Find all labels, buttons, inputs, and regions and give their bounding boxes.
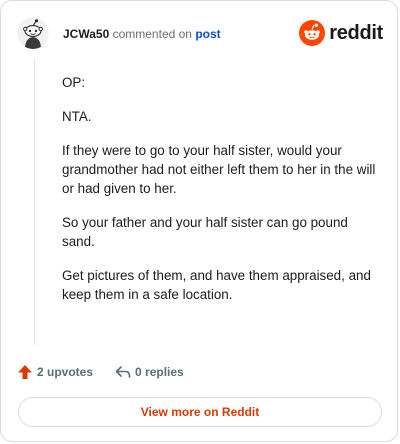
view-more-button[interactable]: View more on Reddit — [18, 397, 382, 427]
comment-embed-card: JCWa50 commented on post reddit OP: NTA.… — [0, 0, 398, 442]
post-link[interactable]: post — [195, 27, 220, 41]
comment-paragraph: NTA. — [62, 109, 92, 124]
snoo-avatar-icon — [17, 17, 49, 49]
comment-paragraph: So your father and your half sister can … — [62, 215, 348, 249]
username[interactable]: JCWa50 — [63, 27, 109, 41]
upvote-button[interactable]: 2 upvotes — [17, 364, 93, 380]
upvote-count: 2 upvotes — [37, 365, 94, 379]
avatar[interactable] — [17, 17, 49, 49]
action-text: commented on — [112, 27, 192, 41]
reddit-wordmark: reddit — [329, 21, 383, 44]
reply-arrow-icon — [115, 366, 131, 378]
comment-meta: JCWa50 commented on post — [63, 27, 221, 41]
upvote-arrow-icon — [18, 365, 32, 379]
comment-paragraph: Get pictures of them, and have them appr… — [62, 268, 371, 302]
reply-button[interactable]: 0 replies — [115, 364, 184, 380]
reddit-logo-icon — [299, 20, 326, 46]
thread-line — [34, 58, 35, 345]
comment-paragraph: If they were to go to your half sister, … — [62, 143, 376, 196]
reddit-brand[interactable]: reddit — [299, 20, 383, 46]
reply-count: 0 replies — [135, 365, 184, 379]
comment-paragraph: OP: — [62, 75, 86, 90]
comment-body: OP: NTA. If they were to go to your half… — [62, 73, 380, 319]
comment-actions: 2 upvotes 0 replies — [17, 361, 184, 383]
comment-header: JCWa50 commented on post reddit — [17, 17, 383, 51]
